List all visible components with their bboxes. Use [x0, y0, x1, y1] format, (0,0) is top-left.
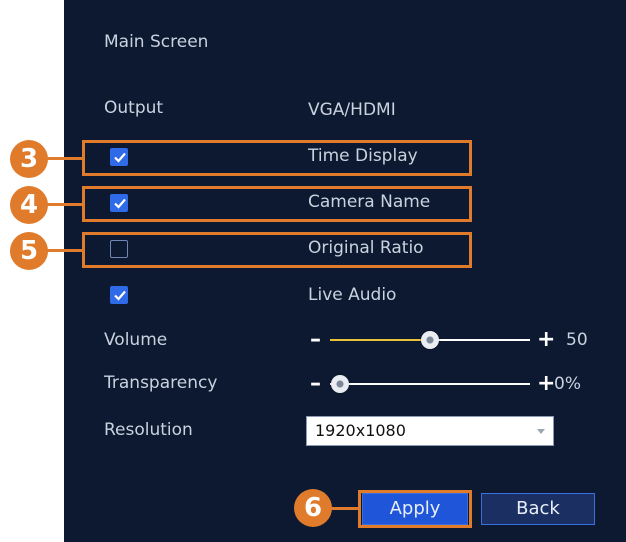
camera-name-checkbox[interactable] [110, 194, 128, 212]
resolution-dropdown[interactable]: 1920x1080 [306, 416, 554, 446]
camera-name-label: Camera Name [308, 192, 431, 212]
chevron-down-icon [537, 429, 545, 434]
resolution-value: 1920x1080 [315, 421, 406, 440]
time-display-checkbox[interactable] [110, 148, 128, 166]
volume-decrease-icon[interactable]: – [310, 329, 321, 351]
transparency-label: Transparency [104, 373, 218, 393]
output-label: Output [104, 98, 164, 118]
volume-track-fill [330, 339, 430, 341]
time-display-label: Time Display [308, 146, 418, 166]
live-audio-checkbox[interactable] [110, 286, 128, 304]
callout-3: 3 [10, 140, 48, 178]
page-title: Main Screen [104, 32, 209, 52]
callout-line-5 [46, 249, 82, 252]
checkmark-icon [114, 152, 126, 163]
transparency-increase-icon[interactable]: + [537, 373, 555, 395]
callout-4: 4 [10, 186, 48, 224]
volume-label: Volume [104, 330, 168, 350]
back-button[interactable]: Back [481, 493, 595, 525]
settings-panel [64, 0, 626, 542]
live-audio-label: Live Audio [308, 285, 397, 305]
callout-line-4 [46, 203, 82, 206]
volume-slider-thumb[interactable] [421, 331, 439, 349]
callout-line-3 [46, 157, 82, 160]
transparency-track[interactable] [330, 383, 530, 385]
transparency-value: 0% [554, 374, 581, 394]
transparency-decrease-icon[interactable]: – [310, 373, 321, 395]
apply-button[interactable]: Apply [362, 493, 468, 525]
callout-line-6 [330, 507, 358, 510]
callout-5: 5 [10, 232, 48, 270]
output-value: VGA/HDMI [308, 100, 396, 120]
original-ratio-label: Original Ratio [308, 238, 424, 258]
checkmark-icon [114, 290, 126, 301]
checkmark-icon [114, 198, 126, 209]
original-ratio-checkbox[interactable] [110, 240, 128, 258]
callout-6: 6 [294, 489, 332, 527]
volume-value: 50 [566, 330, 588, 350]
volume-increase-icon[interactable]: + [537, 329, 555, 351]
resolution-label: Resolution [104, 420, 193, 440]
transparency-slider-thumb[interactable] [331, 375, 349, 393]
